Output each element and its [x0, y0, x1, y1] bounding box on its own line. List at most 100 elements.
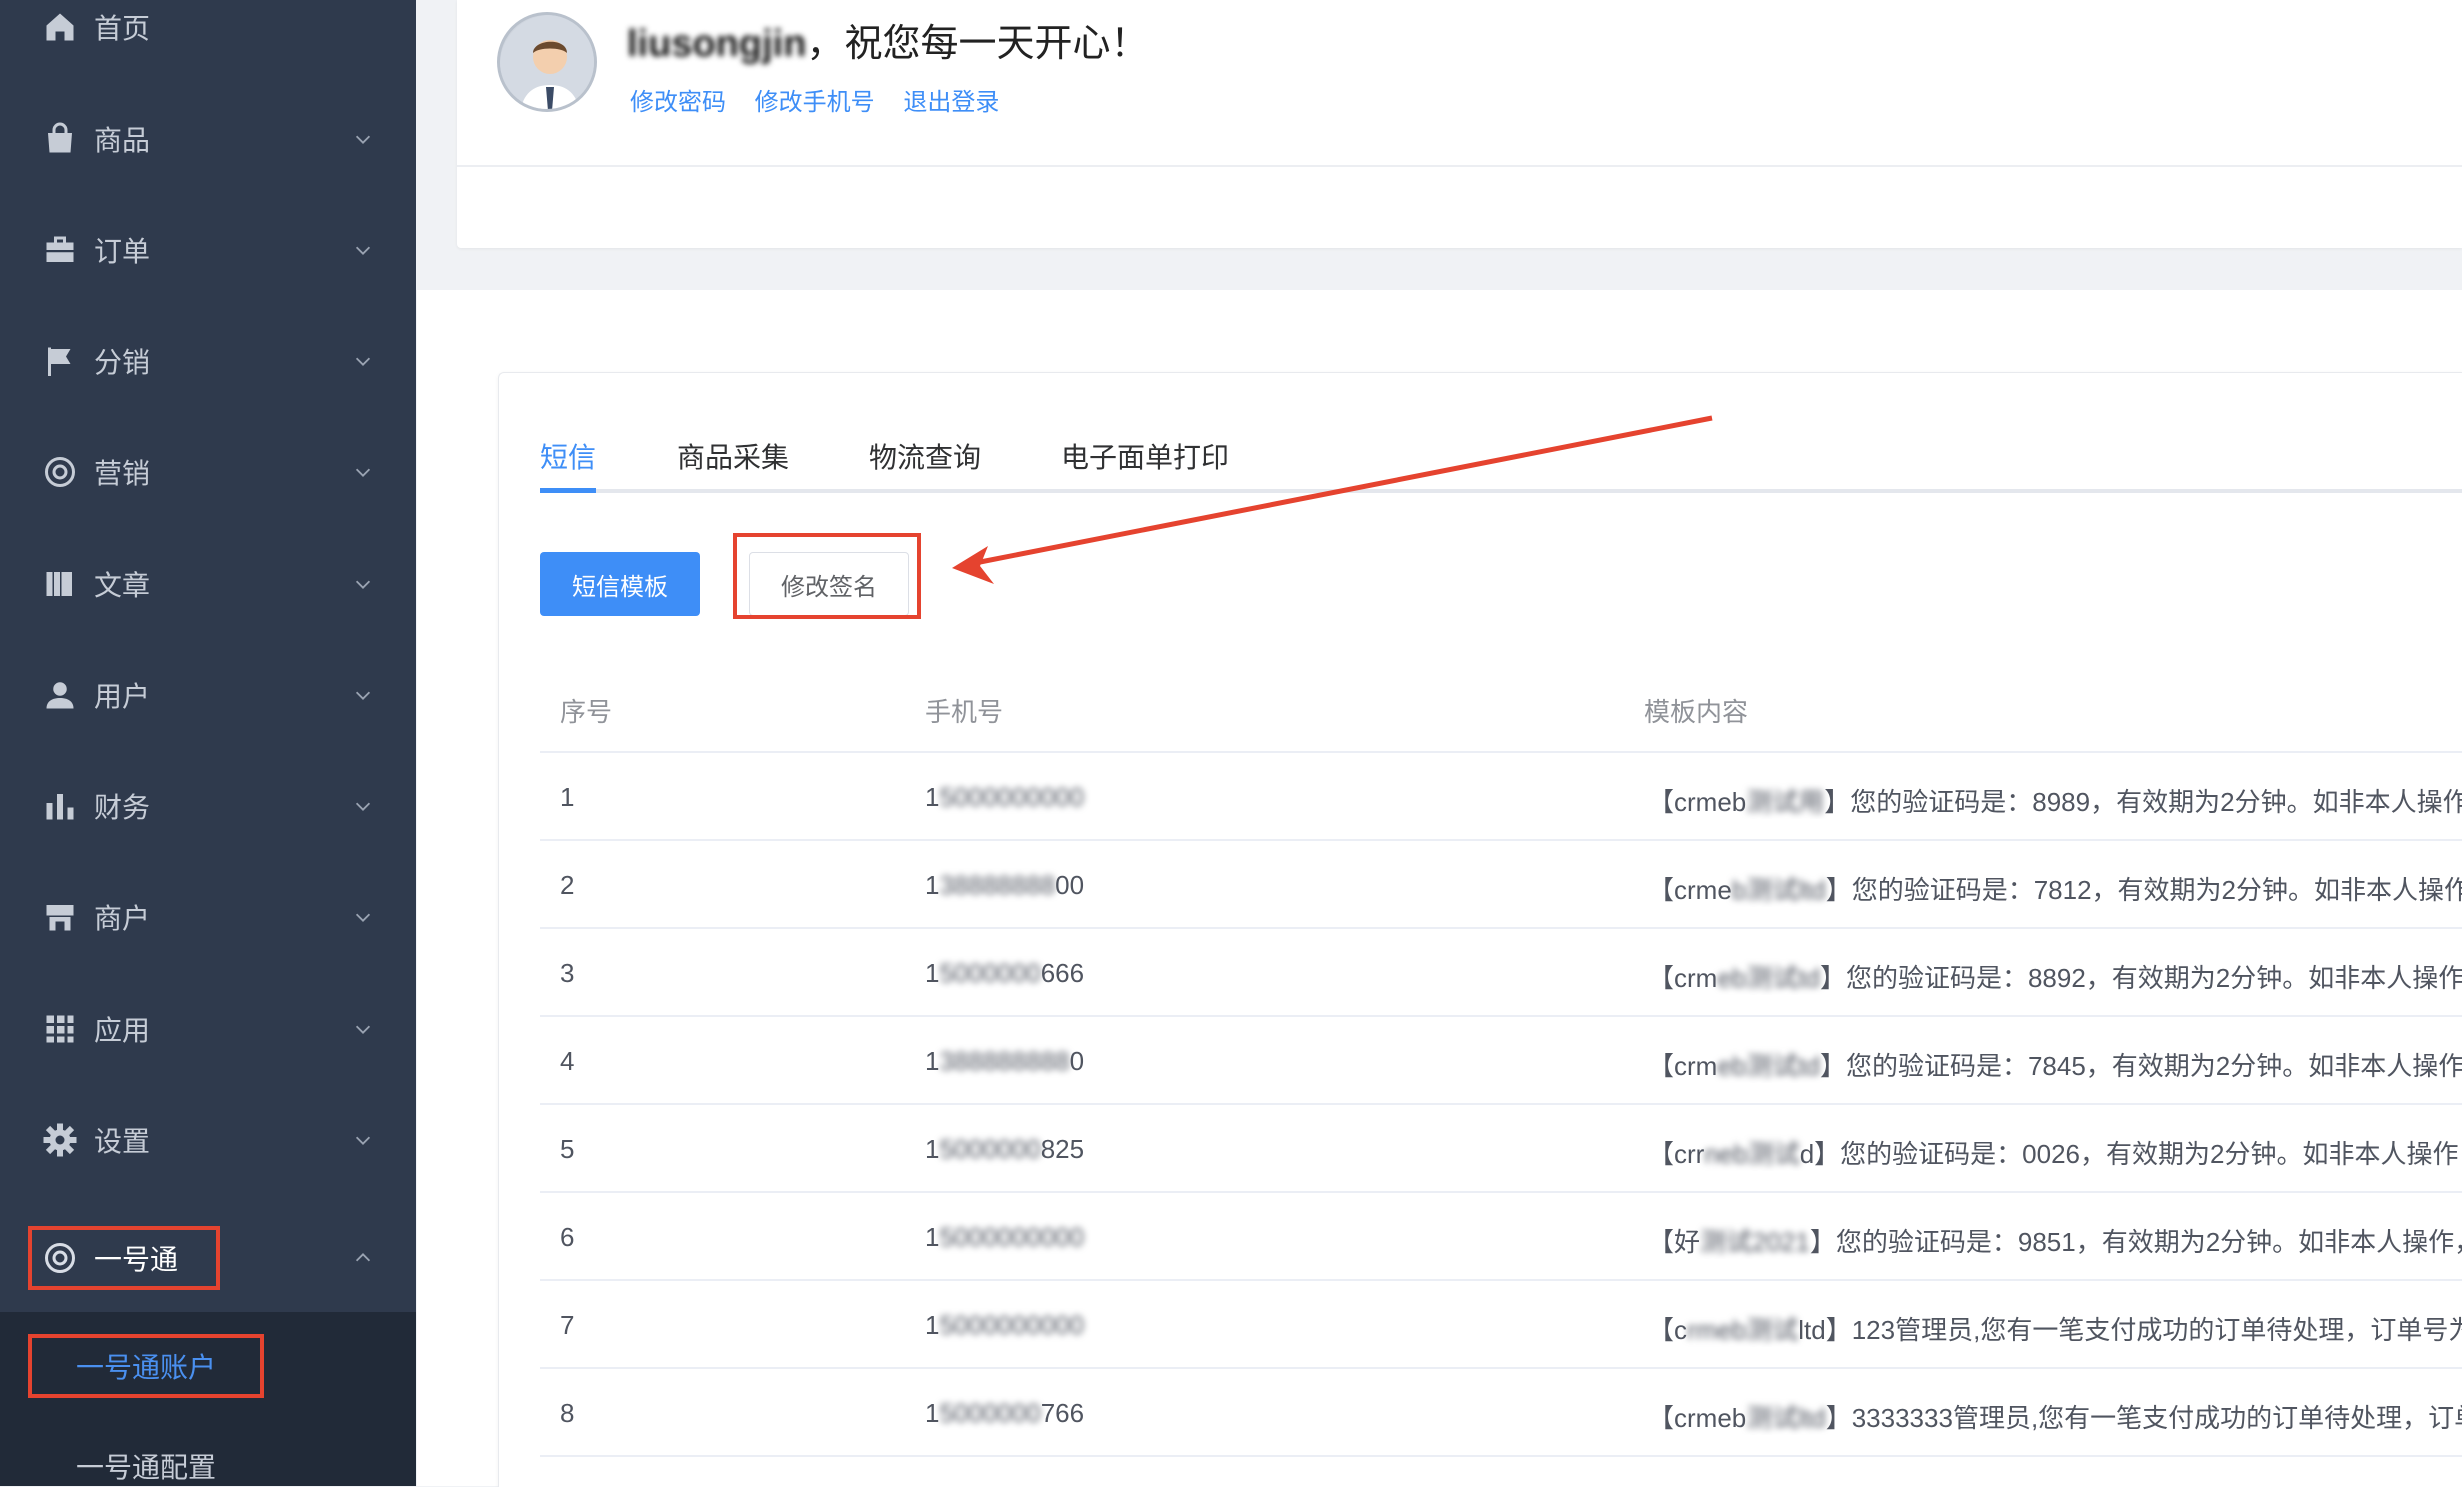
shopping-bag-icon — [48, 122, 72, 153]
phone-masked: 5000000 — [939, 1398, 1041, 1428]
column-header-no: 序号 — [560, 697, 613, 727]
content-suffix: 】3333333管理员,您有一笔支付成功的订单待处理，订单号为 — [1825, 1403, 2462, 1433]
annotation-box-submenu — [28, 1334, 264, 1398]
chevron-down-icon — [355, 1136, 371, 1145]
user-card: liusongjin，祝您每一天开心！ 修改密码 修改手机号 退出登录 — [457, 0, 2462, 248]
content-masked: 测试用 — [1746, 787, 1825, 817]
content-prefix: 【好 — [1648, 1227, 1701, 1257]
content-prefix: 【crr — [1648, 1139, 1705, 1169]
sidebar-item-finance[interactable]: 财务 — [0, 771, 416, 841]
content-masked: 测试2021 — [1700, 1227, 1810, 1257]
row-number: 2 — [560, 870, 575, 900]
flag-icon — [48, 347, 71, 376]
column-header-phone: 手机号 — [925, 697, 1004, 727]
phone-prefix: 1 — [925, 1310, 940, 1340]
table-row-divider — [540, 1455, 2462, 1457]
phone-suffix: 00 — [1055, 870, 1085, 900]
sidebar-item-users[interactable]: 用户 — [0, 660, 416, 730]
content-prefix: 【crm — [1648, 1051, 1718, 1081]
row-number: 4 — [560, 1046, 575, 1076]
grid-icon — [46, 1015, 74, 1043]
phone-suffix: 0 — [1069, 1046, 1085, 1076]
gear-icon — [43, 1123, 77, 1157]
sidebar-item-settings[interactable]: 设置 — [0, 1105, 416, 1175]
row-phone: 13888888800 — [925, 870, 1084, 901]
sidebar-item-label: 用户 — [94, 681, 151, 712]
sidebar-item-label: 文章 — [94, 570, 151, 601]
table-row-divider — [540, 927, 2462, 929]
row-number: 8 — [560, 1398, 575, 1428]
greeting-text: ，祝您每一天开心！ — [806, 23, 1149, 65]
lifebuoy-icon — [45, 457, 75, 487]
change-phone-link[interactable]: 修改手机号 — [755, 89, 875, 116]
home-icon — [46, 13, 74, 41]
change-password-link[interactable]: 修改密码 — [630, 89, 726, 116]
submenu-item-config[interactable]: 一号通配置 — [76, 1446, 216, 1486]
avatar — [497, 12, 597, 112]
chevron-down-icon — [355, 468, 371, 477]
sidebar-item-marketing[interactable]: 营销 — [0, 437, 416, 507]
row-number: 6 — [560, 1222, 575, 1252]
row-phone: 15000000000 — [925, 782, 1084, 813]
account-links: 修改密码 修改手机号 退出登录 — [630, 82, 1021, 117]
avatar-person-icon — [500, 15, 594, 109]
bar-chart-icon — [46, 794, 74, 820]
content-masked: neb测试 — [1704, 1139, 1800, 1169]
content-prefix: 【crmeb — [1648, 787, 1747, 817]
store-icon — [46, 905, 74, 931]
row-number: 7 — [560, 1310, 575, 1340]
sidebar-item-apps[interactable]: 应用 — [0, 994, 416, 1064]
sidebar-item-label: 营销 — [94, 458, 151, 489]
sidebar-item-label: 商品 — [94, 125, 151, 156]
phone-prefix: 1 — [925, 1134, 940, 1164]
content-suffix: 】您的验证码是：8989，有效期为2分钟。如非本人操作，请忽略本短信。 — [1824, 787, 2462, 817]
sidebar-item-label: 首页 — [94, 13, 151, 44]
chevron-down-icon — [355, 1025, 371, 1034]
annotation-box-menu — [28, 1226, 220, 1290]
phone-masked: 5000000000 — [939, 1310, 1085, 1340]
logout-link[interactable]: 退出登录 — [903, 89, 999, 116]
phone-prefix: 1 — [925, 782, 940, 812]
phone-prefix: 1 — [925, 870, 940, 900]
annotation-box-signature — [733, 533, 921, 619]
content-prefix: 【crmeb — [1648, 1403, 1747, 1433]
row-template-content: 【crmeb测试ltd】123管理员,您有一笔支付成功的订单待处理，订单号为 — [1648, 1310, 2462, 1347]
content-suffix: d】您的验证码是：0026，有效期为2分钟。如非本人操作，请忽略本短信。 — [1799, 1139, 2462, 1169]
sidebar-item-distribution[interactable]: 分销 — [0, 326, 416, 396]
tab-active-indicator — [540, 488, 596, 493]
tab-product-collection[interactable]: 商品采集 — [677, 436, 789, 476]
sidebar-item-goods[interactable]: 商品 — [0, 104, 416, 174]
tab-e-waybill[interactable]: 电子面单打印 — [1061, 436, 1229, 476]
phone-prefix: 1 — [925, 1046, 940, 1076]
content-masked: 测试ltd — [1746, 1403, 1826, 1433]
chevron-down-icon — [355, 802, 371, 811]
phone-prefix: 1 — [925, 1222, 940, 1252]
sidebar-item-home[interactable]: 首页 — [0, 0, 416, 62]
sidebar-item-merchants[interactable]: 商户 — [0, 882, 416, 952]
sidebar-item-articles[interactable]: 文章 — [0, 549, 416, 619]
content-prefix: 【crme — [1648, 875, 1732, 905]
tab-sms[interactable]: 短信 — [540, 436, 596, 476]
sidebar-item-orders[interactable]: 订单 — [0, 215, 416, 285]
content-masked: eb测试td — [1717, 1051, 1820, 1081]
row-phone: 15000000000 — [925, 1222, 1084, 1253]
phone-masked: 38888888 — [939, 870, 1056, 900]
sms-template-button[interactable]: 短信模板 — [540, 552, 700, 616]
card-divider — [457, 165, 2462, 167]
row-phone: 15000000825 — [925, 1134, 1084, 1165]
row-template-content: 【crmeb测试ltd】3333333管理员,您有一笔支付成功的订单待处理，订单… — [1648, 1398, 2462, 1435]
phone-masked: 5000000000 — [939, 1222, 1085, 1252]
row-phone: 15000000766 — [925, 1398, 1084, 1429]
tab-logistics[interactable]: 物流查询 — [869, 436, 981, 476]
row-phone: 15000000000 — [925, 1310, 1084, 1341]
briefcase-icon — [46, 236, 74, 262]
user-icon — [46, 682, 74, 709]
book-icon — [46, 572, 72, 596]
phone-masked: 5000000 — [939, 958, 1041, 988]
row-number: 3 — [560, 958, 575, 988]
sidebar-item-label: 设置 — [94, 1126, 151, 1157]
phone-prefix: 1 — [925, 1398, 940, 1428]
sidebar-item-label: 分销 — [94, 347, 151, 378]
phone-suffix: 825 — [1040, 1134, 1085, 1164]
sidebar: 首页 商品 订单 分销 营销 文章 用户 财务 商户 应用 设置 一号通 一号通… — [0, 0, 416, 1486]
